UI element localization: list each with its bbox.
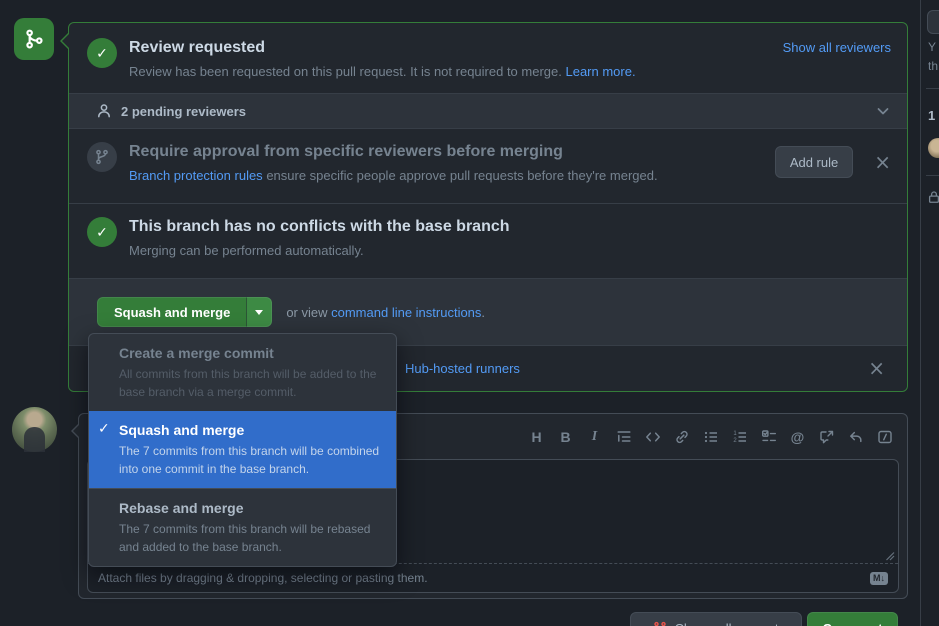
branch-protection-title: Require approval from specific reviewers…	[129, 142, 775, 162]
check-circle-icon: ✓	[87, 217, 117, 247]
branch-protection-description: Branch protection rules ensure specific …	[129, 167, 775, 184]
participant-avatar[interactable]	[928, 138, 939, 158]
no-conflicts-title: This branch has no conflicts with the ba…	[129, 217, 891, 237]
mention-icon[interactable]: @	[789, 428, 806, 445]
branch-protection-rules-link[interactable]: Branch protection rules	[129, 168, 263, 183]
slash-command-icon[interactable]	[876, 428, 893, 445]
attach-files-bar[interactable]: Attach files by dragging & dropping, sel…	[88, 563, 898, 592]
branch-protection-section: Require approval from specific reviewers…	[69, 129, 907, 203]
squash-and-merge-button[interactable]: Squash and merge	[97, 297, 246, 327]
user-avatar[interactable]	[12, 407, 57, 452]
svg-text:1: 1	[733, 431, 737, 437]
cross-reference-icon[interactable]	[818, 428, 835, 445]
reply-icon[interactable]	[847, 428, 864, 445]
check-circle-icon: ✓	[87, 38, 117, 68]
markdown-icon: M↓	[870, 572, 888, 585]
link-icon[interactable]	[673, 428, 690, 445]
participants-count-fragment: 1	[928, 108, 935, 123]
timeline-merge-badge	[14, 18, 54, 60]
merge-button-group: Squash and merge	[97, 297, 272, 327]
notifications-text-fragment: Y	[928, 40, 936, 54]
selected-check-icon: ✓	[98, 420, 110, 437]
sidebar-divider	[926, 88, 939, 89]
bold-icon[interactable]: B	[557, 428, 574, 445]
pending-reviewers-row[interactable]: 2 pending reviewers	[69, 93, 907, 129]
attach-files-text: Attach files by dragging & dropping, sel…	[98, 571, 428, 585]
menu-item-squash-and-merge[interactable]: ✓ Squash and merge The 7 commits from th…	[89, 411, 396, 488]
review-requested-title: Review requested	[129, 38, 783, 58]
chevron-down-icon[interactable]	[875, 103, 891, 119]
heading-icon[interactable]: H	[528, 428, 545, 445]
dismiss-notice-icon[interactable]: ×	[868, 358, 885, 378]
resize-handle-icon[interactable]	[885, 551, 895, 561]
menu-item-create-merge-commit[interactable]: Create a merge commit All commits from t…	[89, 334, 396, 411]
show-all-reviewers-link[interactable]: Show all reviewers	[783, 38, 891, 55]
no-conflicts-description: Merging can be performed automatically.	[129, 242, 891, 259]
command-line-hint: or view command line instructions.	[286, 305, 485, 320]
italic-icon[interactable]: I	[586, 428, 603, 445]
notifications-text-fragment: th	[928, 59, 938, 73]
add-rule-button[interactable]: Add rule	[775, 146, 853, 178]
review-requested-section: ✓ Review requested Review has been reque…	[69, 23, 907, 93]
menu-item-rebase-and-merge[interactable]: Rebase and merge The 7 commits from this…	[89, 488, 396, 566]
hosted-runners-link[interactable]: Hub-hosted runners	[405, 361, 520, 376]
sidebar-button-fragment[interactable]	[927, 10, 939, 34]
no-conflicts-section: ✓ This branch has no conflicts with the …	[69, 203, 907, 278]
code-icon[interactable]	[644, 428, 661, 445]
close-pull-request-button[interactable]: Close pull request	[630, 612, 802, 626]
check-glyph: ✓	[96, 224, 108, 241]
lock-icon	[927, 190, 939, 204]
merge-options-caret-button[interactable]	[246, 297, 272, 327]
ordered-list-icon[interactable]: 1 2	[731, 428, 748, 445]
learn-more-link[interactable]: Learn more.	[565, 64, 635, 79]
dismiss-protection-icon[interactable]: ×	[874, 152, 891, 172]
pending-reviewers-label: 2 pending reviewers	[121, 104, 246, 119]
unordered-list-icon[interactable]	[702, 428, 719, 445]
caret-down-icon	[255, 310, 263, 319]
sidebar-divider	[926, 175, 939, 176]
git-merge-icon	[24, 29, 44, 49]
comment-button[interactable]: Comment	[807, 612, 898, 626]
git-branch-icon	[87, 142, 117, 172]
merge-method-dropdown: Create a merge commit All commits from t…	[88, 333, 397, 567]
person-icon	[96, 103, 112, 119]
command-line-instructions-link[interactable]: command line instructions	[331, 305, 481, 320]
pull-request-closed-icon	[653, 621, 667, 626]
task-list-icon[interactable]	[760, 428, 777, 445]
right-sidebar-fragment: Y th 1	[920, 0, 939, 626]
check-glyph: ✓	[96, 45, 108, 62]
svg-text:2: 2	[733, 438, 737, 444]
review-requested-description: Review has been requested on this pull r…	[129, 63, 783, 80]
quote-icon[interactable]	[615, 428, 632, 445]
pull-request-merge-page: ✓ Review requested Review has been reque…	[0, 0, 939, 626]
